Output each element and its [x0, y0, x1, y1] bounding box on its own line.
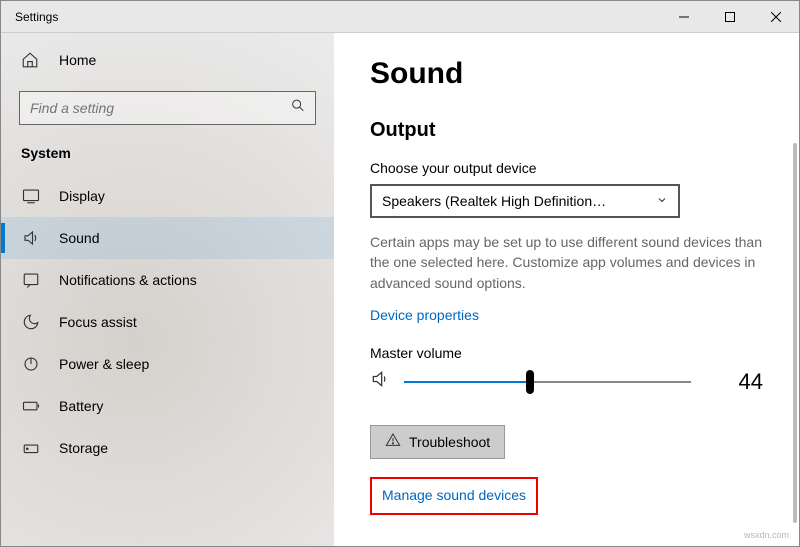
manage-sound-devices-link[interactable]: Manage sound devices — [382, 487, 526, 503]
device-properties-link[interactable]: Device properties — [370, 307, 479, 323]
sidebar-item-label: Storage — [59, 440, 108, 456]
dropdown-value: Speakers (Realtek High Definition… — [382, 193, 656, 209]
sound-icon — [21, 228, 41, 248]
sidebar-item-label: Focus assist — [59, 314, 137, 330]
battery-icon — [21, 396, 41, 416]
sidebar-item-label: Battery — [59, 398, 103, 414]
content-pane: Sound Output Choose your output device S… — [334, 33, 799, 546]
volume-icon[interactable] — [370, 369, 390, 394]
sidebar-item-sound[interactable]: Sound — [1, 217, 334, 259]
minimize-button[interactable] — [661, 1, 707, 33]
sidebar-item-label: Sound — [59, 230, 99, 246]
storage-icon — [21, 438, 41, 458]
chevron-down-icon — [656, 193, 668, 209]
choose-output-label: Choose your output device — [370, 160, 763, 176]
display-icon — [21, 186, 41, 206]
sidebar-item-label: Notifications & actions — [59, 272, 197, 288]
slider-thumb[interactable] — [526, 370, 534, 394]
home-row[interactable]: Home — [1, 51, 334, 69]
sidebar: Home System Display Sound — [1, 33, 334, 546]
sidebar-item-storage[interactable]: Storage — [1, 427, 334, 469]
page-title: Sound — [370, 57, 763, 91]
watermark: wsxdn.com — [744, 530, 789, 540]
notifications-icon — [21, 270, 41, 290]
close-button[interactable] — [753, 1, 799, 33]
manage-devices-highlight: Manage sound devices — [370, 477, 538, 515]
power-icon — [21, 354, 41, 374]
focus-assist-icon — [21, 312, 41, 332]
home-icon — [21, 51, 39, 69]
volume-slider[interactable] — [404, 372, 691, 392]
titlebar: Settings — [1, 1, 799, 33]
output-device-dropdown[interactable]: Speakers (Realtek High Definition… — [370, 184, 680, 218]
master-volume-label: Master volume — [370, 345, 763, 361]
sidebar-item-display[interactable]: Display — [1, 175, 334, 217]
troubleshoot-label: Troubleshoot — [409, 434, 490, 450]
sidebar-item-battery[interactable]: Battery — [1, 385, 334, 427]
output-help-text: Certain apps may be set up to use differ… — [370, 232, 763, 293]
search-input[interactable] — [19, 91, 316, 125]
volume-value: 44 — [739, 369, 763, 395]
search-icon — [290, 98, 306, 119]
sidebar-item-focus-assist[interactable]: Focus assist — [1, 301, 334, 343]
sidebar-item-label: Power & sleep — [59, 356, 149, 372]
window-title: Settings — [15, 10, 58, 24]
category-title: System — [21, 145, 314, 161]
maximize-button[interactable] — [707, 1, 753, 33]
sidebar-item-notifications[interactable]: Notifications & actions — [1, 259, 334, 301]
section-output-title: Output — [370, 119, 763, 142]
home-label: Home — [59, 52, 96, 68]
slider-fill — [404, 381, 530, 383]
scrollbar[interactable] — [793, 143, 797, 523]
sidebar-item-label: Display — [59, 188, 105, 204]
sidebar-item-power-sleep[interactable]: Power & sleep — [1, 343, 334, 385]
troubleshoot-button[interactable]: Troubleshoot — [370, 425, 505, 459]
warning-icon — [385, 432, 401, 451]
